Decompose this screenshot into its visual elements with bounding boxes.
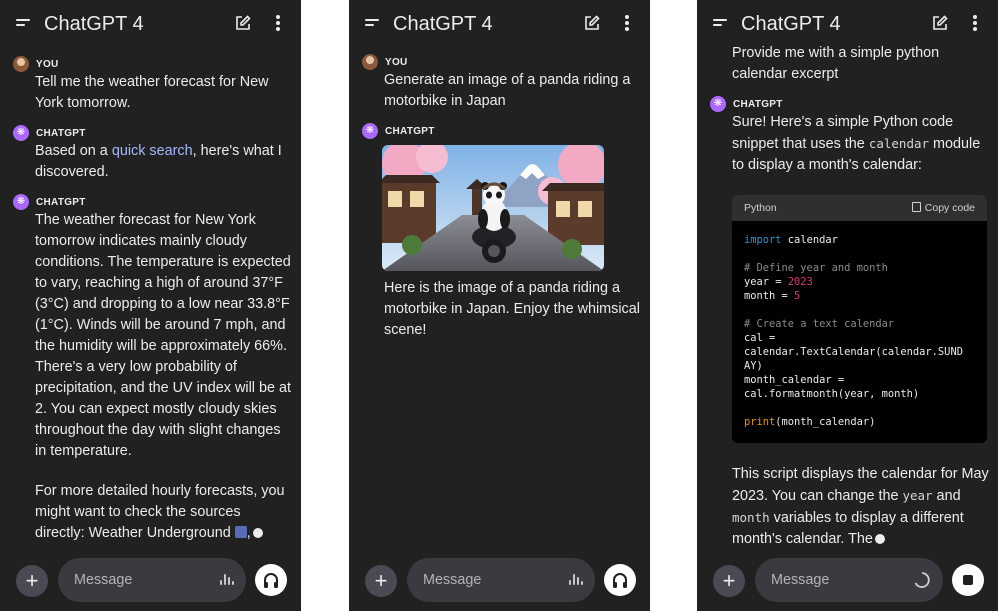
generated-panda-image[interactable] xyxy=(382,145,604,271)
forecast-paragraph: The weather forecast for New York tomorr… xyxy=(35,212,291,459)
code-token: (month_calendar) xyxy=(775,416,876,428)
code-line: month_calendar = xyxy=(744,374,845,386)
typing-cursor-icon xyxy=(252,528,263,538)
message-placeholder: Message xyxy=(74,572,133,588)
openai-logo-icon: ❋ xyxy=(713,98,723,109)
user-message: Provide me with a simple python calendar… xyxy=(732,45,940,82)
code-line: cal.formatmonth(year, month) xyxy=(744,388,920,400)
code-token: import xyxy=(744,234,782,246)
code-language: Python xyxy=(744,202,777,214)
code-block: Python Copy code import calendar # Defin… xyxy=(732,195,987,443)
message-placeholder: Message xyxy=(771,572,830,588)
more-vert-icon[interactable] xyxy=(973,15,977,31)
chatgpt-avatar: ❋ xyxy=(710,96,726,112)
copy-icon xyxy=(911,202,921,212)
author-label: CHATGPT xyxy=(36,197,86,208)
code-line: AY) xyxy=(744,360,763,372)
code-line: calendar.TextCalendar(calendar.SUND xyxy=(744,346,963,358)
app-title: ChatGPT 4 xyxy=(44,13,144,35)
inline-code: month xyxy=(732,510,770,525)
loading-spinner-icon xyxy=(914,572,930,588)
code-token: month = xyxy=(744,290,795,302)
voice-wave-icon[interactable] xyxy=(220,573,234,587)
outro-text: and xyxy=(932,488,961,504)
user-message: Generate an image of a panda riding a mo… xyxy=(384,72,631,109)
reply-text: Based on a xyxy=(35,143,112,159)
chatgpt-avatar: ❋ xyxy=(362,123,378,139)
app-title: ChatGPT 4 xyxy=(393,13,493,35)
author-label: CHATGPT xyxy=(36,128,86,139)
author-label: YOU xyxy=(36,59,59,70)
code-token: calendar xyxy=(781,234,838,246)
headphones-icon[interactable] xyxy=(255,564,287,596)
top-bar: ChatGPT 4 xyxy=(0,0,301,48)
code-content: import calendar # Define year and month … xyxy=(732,221,987,443)
top-bar: ChatGPT 4 xyxy=(697,0,998,48)
author-label: CHATGPT xyxy=(733,99,783,110)
code-number: 2023 xyxy=(787,276,813,288)
more-vert-icon[interactable] xyxy=(276,15,280,31)
user-avatar xyxy=(13,56,29,72)
sources-text-end: , xyxy=(246,525,251,541)
user-message: Tell me the weather forecast for New Yor… xyxy=(35,74,269,111)
assistant-intro: Sure! Here's a simple Python code snippe… xyxy=(732,112,990,176)
message-input[interactable]: Message xyxy=(407,558,595,602)
top-bar: ChatGPT 4 xyxy=(349,0,650,48)
code-line: cal = xyxy=(744,332,776,344)
assistant-message: The weather forecast for New York tomorr… xyxy=(35,210,293,544)
code-comment: # Create a text calendar xyxy=(744,318,895,330)
message-input[interactable]: Message xyxy=(755,558,943,602)
plus-icon[interactable]: + xyxy=(713,565,745,597)
screen-python: ChatGPT 4 Provide me with a simple pytho… xyxy=(697,0,998,611)
chatgpt-avatar: ❋ xyxy=(13,125,29,141)
edit-icon[interactable] xyxy=(234,14,252,32)
composer-bar: + Message xyxy=(0,556,301,611)
sources-paragraph: For more detailed hourly forecasts, you … xyxy=(35,481,293,544)
openai-logo-icon: ❋ xyxy=(16,196,26,207)
more-vert-icon[interactable] xyxy=(625,15,629,31)
code-header: Python Copy code xyxy=(732,195,987,221)
typing-cursor-icon xyxy=(874,534,885,544)
code-token: year = xyxy=(744,276,788,288)
plus-icon[interactable]: + xyxy=(16,565,48,597)
user-avatar xyxy=(362,54,378,70)
inline-code: year xyxy=(902,488,933,503)
menu-icon[interactable] xyxy=(713,19,727,31)
inline-code: calendar xyxy=(868,136,930,151)
edit-icon[interactable] xyxy=(583,14,601,32)
stop-icon[interactable] xyxy=(952,564,984,596)
headphones-icon[interactable] xyxy=(604,564,636,596)
message-placeholder: Message xyxy=(423,572,482,588)
screen-panda: ChatGPT 4 YOU Generate an image of a pan… xyxy=(349,0,650,611)
composer-bar: + Message xyxy=(349,556,650,611)
openai-logo-icon: ❋ xyxy=(365,125,375,136)
author-label: YOU xyxy=(385,57,408,68)
message-input[interactable]: Message xyxy=(58,558,246,602)
code-number: 5 xyxy=(794,290,801,302)
citation-icon[interactable] xyxy=(234,526,247,538)
openai-logo-icon: ❋ xyxy=(16,127,26,138)
plus-icon[interactable]: + xyxy=(365,565,397,597)
edit-icon[interactable] xyxy=(931,14,949,32)
chatgpt-avatar: ❋ xyxy=(13,194,29,210)
voice-wave-icon[interactable] xyxy=(569,573,583,587)
assistant-message: Here is the image of a panda riding a mo… xyxy=(384,280,640,338)
composer-bar: + Message xyxy=(697,556,998,611)
menu-icon[interactable] xyxy=(16,19,30,31)
screen-weather: ChatGPT 4 YOU Tell me the weather foreca… xyxy=(0,0,301,611)
author-label: CHATGPT xyxy=(385,126,435,137)
copy-code-label: Copy code xyxy=(924,202,975,214)
app-title: ChatGPT 4 xyxy=(741,13,841,35)
copy-code-button[interactable]: Copy code xyxy=(911,202,975,214)
assistant-message: Based on a quick search, here's what I d… xyxy=(35,141,293,183)
assistant-outro: This script displays the calendar for Ma… xyxy=(732,464,990,550)
menu-icon[interactable] xyxy=(365,19,379,31)
code-function: print xyxy=(744,416,776,428)
quick-search-link[interactable]: quick search xyxy=(112,143,193,159)
code-comment: # Define year and month xyxy=(744,262,888,274)
